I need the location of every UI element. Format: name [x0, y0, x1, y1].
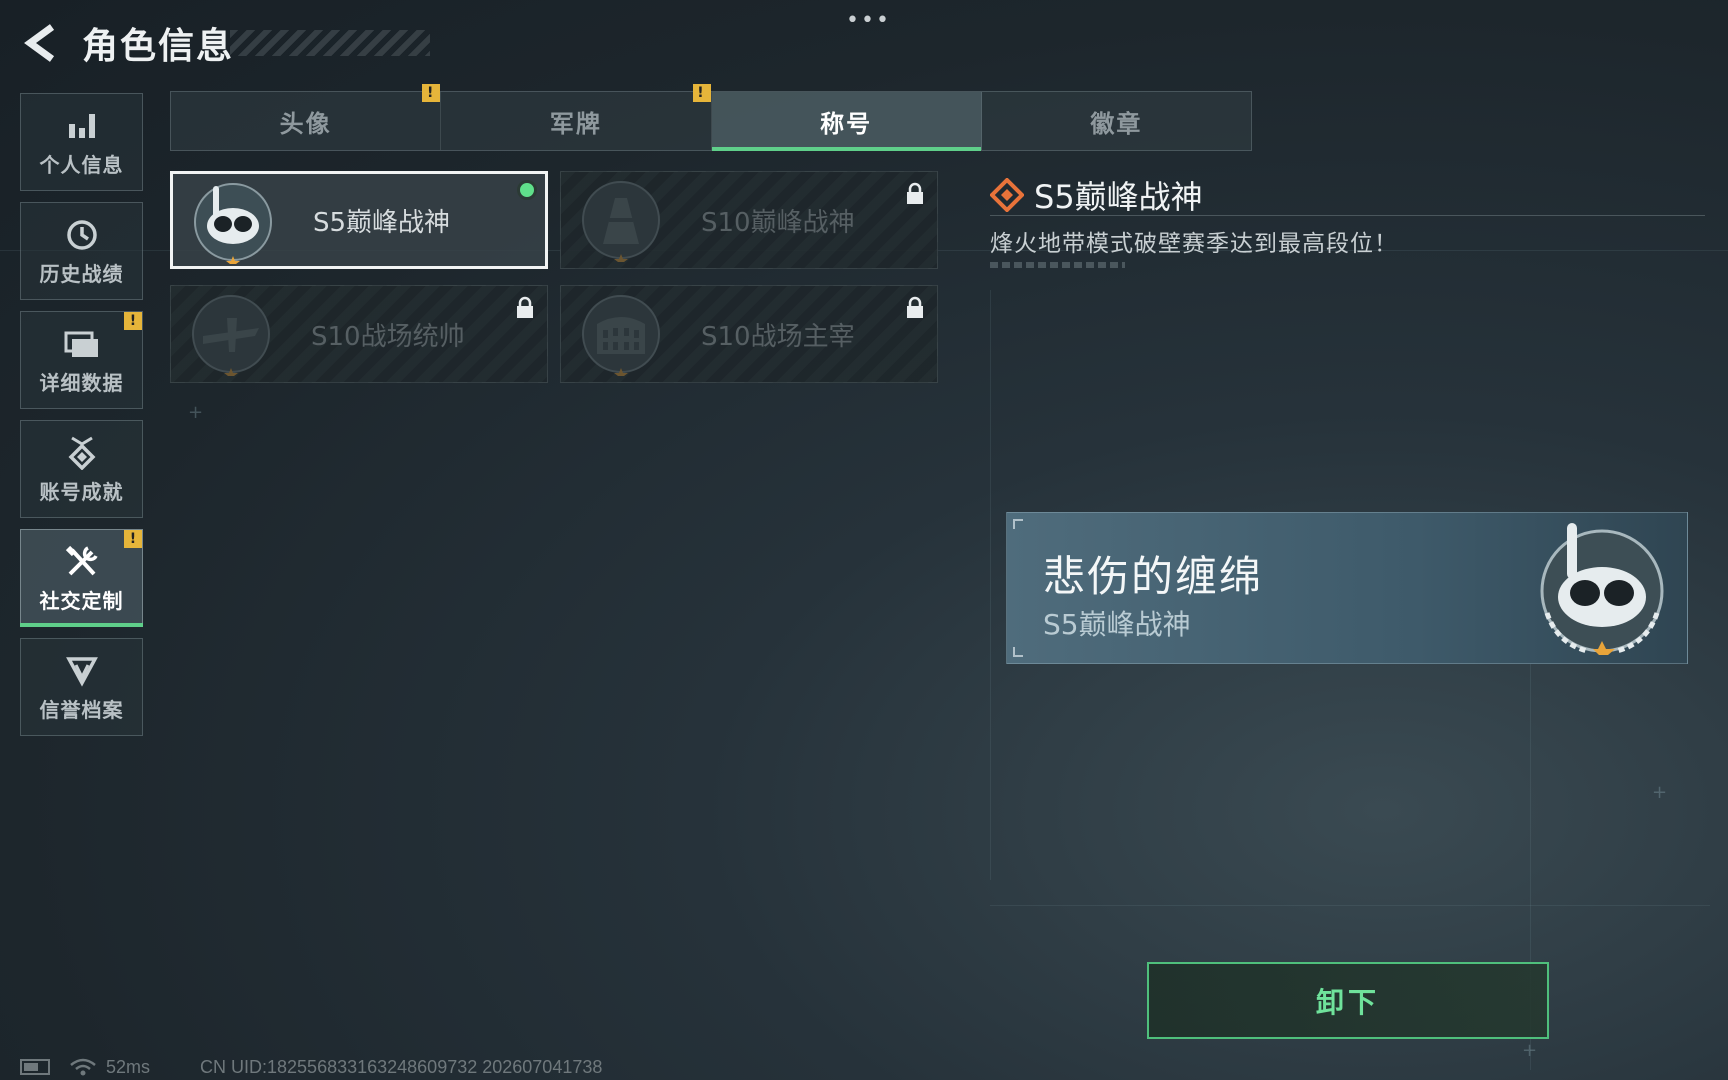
- title-card[interactable]: S10巅峰战神: [560, 171, 938, 269]
- detail-header: S5巅峰战神: [990, 172, 1203, 218]
- divider: [990, 215, 1705, 216]
- wifi-icon: [70, 1058, 96, 1076]
- diver-mask-emblem-icon: [1540, 523, 1664, 655]
- detail-description: 烽火地带模式破壁赛季达到最高段位！: [990, 231, 1398, 257]
- tab-label: 徽章: [1090, 109, 1143, 138]
- bar-chart-icon: [66, 107, 98, 145]
- sidebar-item-detailed-data[interactable]: ! 详细数据: [20, 311, 143, 409]
- page-header: 角色信息: [20, 18, 430, 68]
- tab-avatar[interactable]: 头像 !: [171, 84, 442, 150]
- sidebar-item-label: 信誉档案: [39, 697, 124, 722]
- unequip-button-label: 卸下: [1315, 985, 1380, 1019]
- battery-icon: [20, 1059, 50, 1075]
- alert-badge-icon: !: [692, 84, 711, 102]
- tab-dogtag[interactable]: 军牌 !: [441, 84, 712, 150]
- page-title: 角色信息: [82, 26, 235, 67]
- sidebar-item-history[interactable]: 历史战绩: [20, 202, 143, 300]
- tab-bar: 头像 ! 军牌 ! 称号 徽章: [170, 84, 1252, 151]
- title-card[interactable]: S10战场统帅: [170, 285, 548, 383]
- folder-icon: [64, 325, 100, 363]
- sidebar-item-credit[interactable]: 信誉档案: [20, 638, 143, 736]
- lock-icon: [517, 296, 533, 318]
- title-decoration: [230, 30, 430, 56]
- crosshair-mark: +: [1652, 782, 1668, 803]
- aircraft-emblem-icon: [192, 295, 270, 376]
- wrench-tools-icon: [64, 543, 100, 581]
- alert-badge-icon: !: [124, 530, 142, 548]
- tab-badge[interactable]: 徽章: [982, 92, 1251, 150]
- sidebar-item-social-custom[interactable]: ! 社交定制: [20, 529, 143, 627]
- sidebar-item-achievements[interactable]: 账号成就: [20, 420, 143, 518]
- title-card-label: S5巅峰战神: [313, 207, 451, 238]
- diver-mask-emblem-icon: [194, 183, 272, 264]
- preview-player-name: 悲伤的缠绵: [1043, 552, 1264, 601]
- tab-title[interactable]: 称号: [711, 92, 982, 151]
- medal-icon: [66, 434, 98, 472]
- title-card[interactable]: S5巅峰战神: [170, 171, 548, 269]
- title-card-label: S10巅峰战神: [701, 207, 855, 238]
- shield-badge-icon: [65, 652, 98, 690]
- more-dots-icon[interactable]: •••: [846, 8, 891, 33]
- ping-readout: 52ms: [106, 1056, 151, 1077]
- tower-emblem-icon: [582, 181, 660, 262]
- sidebar-item-label: 详细数据: [39, 370, 124, 395]
- title-preview-banner: 悲伤的缠绵 S5巅峰战神: [1006, 512, 1688, 664]
- alert-badge-icon: !: [124, 312, 142, 330]
- title-card[interactable]: S10战场主宰: [560, 285, 938, 383]
- sidebar-item-label: 历史战绩: [39, 261, 124, 286]
- lock-icon: [907, 296, 923, 318]
- title-card-label: S10战场统帅: [311, 321, 465, 352]
- history-clock-icon: [65, 216, 99, 254]
- sidebar-item-personal-info[interactable]: 个人信息: [20, 93, 143, 191]
- preview-title: S5巅峰战神: [1043, 608, 1191, 641]
- tab-label: 头像: [279, 109, 332, 138]
- back-arrow-icon[interactable]: [20, 21, 60, 65]
- detail-title: S5巅峰战神: [1034, 178, 1203, 216]
- diamond-rank-icon: [990, 178, 1024, 212]
- lock-icon: [907, 182, 923, 204]
- corner-mark: [1013, 647, 1023, 657]
- title-card-label: S10战场主宰: [701, 321, 855, 352]
- sidebar: 个人信息 历史战绩 ! 详细数据 账号成就 ! 社交定制 信誉档案: [20, 93, 143, 747]
- crosshair-mark: +: [188, 402, 204, 423]
- unequip-button[interactable]: 卸下: [1147, 962, 1549, 1039]
- sidebar-item-label: 个人信息: [39, 152, 124, 177]
- equipped-indicator-icon: [517, 180, 537, 200]
- status-bar: 52ms CN UID:1825568331632486097​32 20260…: [20, 1054, 602, 1080]
- uid-readout: CN UID:1825568331632486097​32 2026070417…: [200, 1056, 603, 1077]
- alert-badge-icon: !: [422, 84, 441, 102]
- tab-label: 军牌: [549, 109, 602, 138]
- decoration: [990, 262, 1125, 268]
- tab-label: 称号: [820, 109, 873, 138]
- colosseum-emblem-icon: [582, 295, 660, 376]
- crosshair-mark: +: [1522, 1040, 1538, 1061]
- corner-mark: [1013, 519, 1023, 529]
- sidebar-item-label: 账号成就: [39, 479, 124, 504]
- sidebar-item-label: 社交定制: [39, 588, 124, 613]
